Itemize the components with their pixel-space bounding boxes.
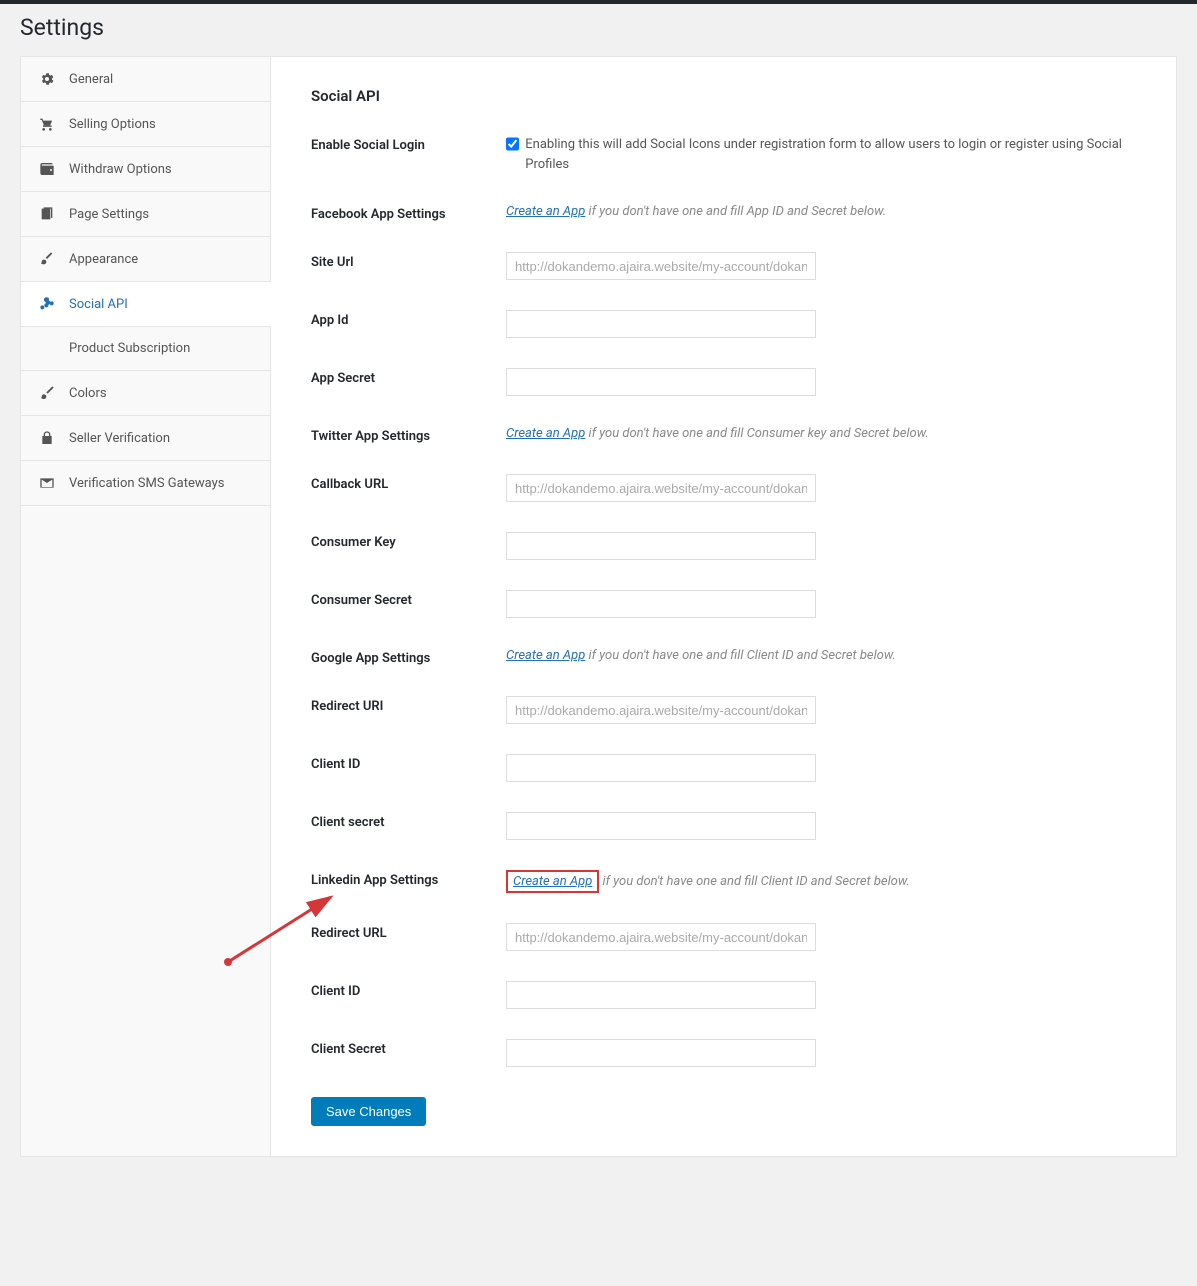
content-panel: Social API Enable Social Login Enabling … [271, 57, 1176, 1156]
google-settings-label: Google App Settings [311, 648, 506, 666]
app-id-label: App Id [311, 310, 506, 328]
sidebar-item-page[interactable]: Page Settings [21, 192, 270, 237]
cart-icon [37, 116, 57, 132]
linkedin-client-secret-label: Client Secret [311, 1039, 506, 1057]
network-icon [37, 296, 57, 312]
save-button[interactable]: Save Changes [311, 1097, 426, 1126]
google-client-secret-label: Client secret [311, 812, 506, 830]
sidebar-item-label: Selling Options [69, 117, 156, 132]
callback-url-input[interactable] [506, 474, 816, 502]
page-icon [37, 206, 57, 222]
google-client-id-input[interactable] [506, 754, 816, 782]
sidebar-item-label: Withdraw Options [69, 162, 172, 177]
sidebar-item-general[interactable]: General [21, 57, 270, 102]
sidebar-item-selling[interactable]: Selling Options [21, 102, 270, 147]
enable-social-label: Enable Social Login [311, 135, 506, 153]
redirect-uri-input[interactable] [506, 696, 816, 724]
site-url-input[interactable] [506, 252, 816, 280]
mail-icon [37, 475, 57, 491]
page-title: Settings [20, 14, 1177, 41]
twitter-create-app-link[interactable]: Create an App [506, 426, 585, 441]
app-secret-input[interactable] [506, 368, 816, 396]
sidebar: General Selling Options Withdraw Options… [21, 57, 271, 1156]
facebook-settings-label: Facebook App Settings [311, 204, 506, 222]
facebook-hint: if you don't have one and fill App ID an… [585, 204, 886, 219]
consumer-key-input[interactable] [506, 532, 816, 560]
sidebar-item-product-subscription[interactable]: Product Subscription [21, 327, 270, 371]
sidebar-item-withdraw[interactable]: Withdraw Options [21, 147, 270, 192]
consumer-key-label: Consumer Key [311, 532, 506, 550]
sidebar-item-appearance[interactable]: Appearance [21, 237, 270, 282]
highlight-box: Create an App [506, 870, 599, 893]
sidebar-item-label: Social API [69, 297, 128, 312]
settings-container: General Selling Options Withdraw Options… [20, 56, 1177, 1157]
wallet-icon [37, 161, 57, 177]
gear-icon [37, 71, 57, 87]
app-id-input[interactable] [506, 310, 816, 338]
sidebar-item-label: Colors [69, 386, 107, 401]
sidebar-item-label: General [69, 72, 113, 87]
twitter-hint: if you don't have one and fill Consumer … [585, 426, 928, 441]
linkedin-hint: if you don't have one and fill Client ID… [599, 874, 910, 889]
google-client-id-label: Client ID [311, 754, 506, 772]
linkedin-redirect-url-label: Redirect URL [311, 923, 506, 941]
site-url-label: Site Url [311, 252, 506, 270]
consumer-secret-label: Consumer Secret [311, 590, 506, 608]
linkedin-client-id-label: Client ID [311, 981, 506, 999]
sidebar-item-label: Verification SMS Gateways [69, 476, 224, 491]
app-secret-label: App Secret [311, 368, 506, 386]
linkedin-client-secret-input[interactable] [506, 1039, 816, 1067]
linkedin-client-id-input[interactable] [506, 981, 816, 1009]
sidebar-item-label: Page Settings [69, 207, 149, 222]
callback-url-label: Callback URL [311, 474, 506, 492]
sidebar-item-colors[interactable]: Colors [21, 371, 270, 416]
sidebar-item-sms-gateways[interactable]: Verification SMS Gateways [21, 461, 270, 506]
sidebar-item-social-api[interactable]: Social API [21, 282, 271, 327]
consumer-secret-input[interactable] [506, 590, 816, 618]
sidebar-item-seller-verification[interactable]: Seller Verification [21, 416, 270, 461]
linkedin-settings-label: Linkedin App Settings [311, 870, 506, 888]
section-title: Social API [311, 87, 1136, 105]
google-create-app-link[interactable]: Create an App [506, 648, 585, 663]
twitter-settings-label: Twitter App Settings [311, 426, 506, 444]
google-client-secret-input[interactable] [506, 812, 816, 840]
redirect-uri-label: Redirect URI [311, 696, 506, 714]
lock-icon [37, 430, 57, 446]
linkedin-create-app-link[interactable]: Create an App [513, 874, 592, 889]
sidebar-item-label: Appearance [69, 252, 138, 267]
sidebar-item-label: Product Subscription [69, 341, 190, 356]
enable-social-checkbox[interactable] [506, 137, 519, 151]
facebook-create-app-link[interactable]: Create an App [506, 204, 585, 219]
google-hint: if you don't have one and fill Client ID… [585, 648, 896, 663]
enable-social-desc: Enabling this will add Social Icons unde… [525, 135, 1136, 174]
brush-icon [37, 251, 57, 267]
sidebar-item-label: Seller Verification [69, 431, 170, 446]
linkedin-redirect-url-input[interactable] [506, 923, 816, 951]
paint-icon [37, 385, 57, 401]
